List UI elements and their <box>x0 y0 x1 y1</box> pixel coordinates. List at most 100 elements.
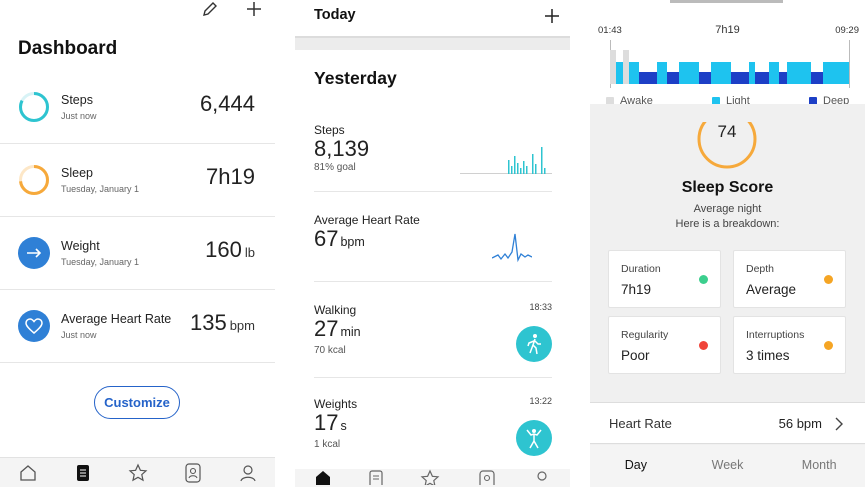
device-icon[interactable] <box>478 469 496 487</box>
entry-value: 67 bpm <box>314 226 365 252</box>
tile-duration[interactable]: Duration 7h19 <box>608 250 721 308</box>
entry-time: 18:33 <box>529 302 552 312</box>
metric-row-weight[interactable]: Weight Tuesday, January 1 160 lb <box>0 217 275 290</box>
tile-value: 3 times <box>746 348 790 363</box>
yesterday-card: Yesterday Steps 8,139 81% goal Average H… <box>295 50 570 470</box>
tile-label: Depth <box>746 263 775 275</box>
tile-depth[interactable]: Depth Average <box>733 250 846 308</box>
metric-unit: lb <box>244 245 255 260</box>
metric-value: 135 bpm <box>190 310 255 336</box>
drag-handle[interactable] <box>670 0 783 3</box>
star-icon[interactable] <box>420 469 440 487</box>
entry-value: 17 s <box>314 410 347 436</box>
metric-row-sleep[interactable]: Sleep Tuesday, January 1 7h19 <box>0 144 275 217</box>
tile-interruptions[interactable]: Interruptions 3 times <box>733 316 846 374</box>
dashboard-panel: Dashboard Steps Just now 6,444 Sleep Tue… <box>0 0 275 487</box>
ring-mask <box>590 104 865 122</box>
sleep-score-breakdown-label: Here is a breakdown: <box>675 218 780 230</box>
entry-number: 8,139 <box>314 136 370 161</box>
sleep-panel: 01:43 7h19 09:29 Awake Light Deep 74 Sle… <box>590 0 865 487</box>
today-header: Today <box>295 0 570 38</box>
metric-unit: bpm <box>229 318 255 333</box>
sleep-score-subtitle: Average night <box>693 203 762 215</box>
bottom-nav <box>295 469 570 487</box>
metric-row-steps[interactable]: Steps Just now 6,444 <box>0 71 275 144</box>
metric-number: 160 <box>205 237 242 262</box>
status-dot <box>699 341 708 350</box>
tile-value: 7h19 <box>621 282 652 297</box>
heart-rate-row[interactable]: Heart Rate 56 bpm <box>590 402 865 444</box>
metric-number: 135 <box>189 310 227 335</box>
profile-icon[interactable] <box>533 469 551 487</box>
home-icon[interactable] <box>314 469 332 487</box>
star-icon[interactable] <box>126 462 150 484</box>
steps-sparkline <box>460 147 552 174</box>
panel-divider <box>275 0 295 487</box>
timeline-entry-walking[interactable]: Walking 27 min 70 kcal 18:33 <box>314 302 552 378</box>
device-icon[interactable] <box>181 462 205 484</box>
metric-sub: Just now <box>61 330 97 340</box>
heart-icon <box>18 310 50 342</box>
customize-button[interactable]: Customize <box>94 386 180 419</box>
metric-value: 6,444 <box>200 91 255 117</box>
tile-label: Regularity <box>621 329 669 341</box>
sleep-duration-label: 7h19 <box>715 24 740 36</box>
metric-label: Steps <box>61 93 93 107</box>
tab-month[interactable]: Month <box>773 445 865 487</box>
status-dot <box>824 275 833 284</box>
tile-regularity[interactable]: Regularity Poor <box>608 316 721 374</box>
entry-unit: min <box>340 325 361 339</box>
home-icon[interactable] <box>16 462 40 484</box>
entry-number: 17 <box>314 410 339 435</box>
dashboard-toolbar <box>199 0 265 18</box>
period-tabs: Day Week Month <box>590 445 865 487</box>
metric-sub: Just now <box>61 111 97 121</box>
timeline-entry-steps[interactable]: Steps 8,139 81% goal <box>314 122 552 192</box>
entry-sub: 81% goal <box>314 162 356 173</box>
status-dot <box>824 341 833 350</box>
entry-unit: bpm <box>340 235 365 249</box>
entry-label: Average Heart Rate <box>314 213 420 227</box>
entry-label: Steps <box>314 123 345 137</box>
tab-week[interactable]: Week <box>682 445 774 487</box>
sleep-score-value: 74 <box>717 122 737 141</box>
heart-rate-label: Heart Rate <box>609 416 672 431</box>
metric-value: 7h19 <box>206 164 255 190</box>
entry-value: 8,139 <box>314 136 369 162</box>
tile-value: Average <box>746 282 797 297</box>
heart-rate-wave <box>492 233 532 263</box>
steps-ring-icon <box>19 92 49 122</box>
entry-time: 13:22 <box>529 396 552 406</box>
metric-label: Sleep <box>61 166 93 180</box>
entry-unit: s <box>340 419 347 433</box>
metric-value: 160 lb <box>205 237 255 263</box>
metric-row-heart-rate[interactable]: Average Heart Rate Just now 135 bpm <box>0 290 275 363</box>
sleep-score-title: Sleep Score <box>681 179 774 196</box>
timeline-panel: Today Yesterday Steps 8,139 81% goal Ave… <box>295 0 570 487</box>
entry-sub: 1 kcal <box>314 439 341 450</box>
entry-number: 67 <box>314 226 339 251</box>
tile-label: Duration <box>621 263 661 275</box>
arrow-right-icon <box>18 237 50 269</box>
metric-label: Weight <box>61 239 100 253</box>
entry-value: 27 min <box>314 316 361 342</box>
sleep-stages-chart <box>610 40 850 88</box>
heart-rate-value: 56 bpm <box>778 416 822 431</box>
weights-activity-icon[interactable] <box>516 420 552 456</box>
entry-label: Weights <box>314 397 358 411</box>
today-label: Today <box>314 7 356 23</box>
journal-icon[interactable] <box>369 469 383 487</box>
chevron-right-icon <box>835 414 843 435</box>
timeline-entry-heart-rate[interactable]: Average Heart Rate 67 bpm <box>314 212 552 282</box>
journal-icon[interactable] <box>71 462 95 484</box>
edit-pencil-icon[interactable] <box>199 0 221 18</box>
add-plus-icon[interactable] <box>544 2 560 31</box>
timeline-entry-weights[interactable]: Weights 17 s 1 kcal 13:22 <box>314 396 552 466</box>
profile-icon[interactable] <box>236 462 260 484</box>
metric-number: 6,444 <box>199 91 255 116</box>
tab-day[interactable]: Day <box>590 445 682 487</box>
tile-value: Poor <box>621 348 650 363</box>
add-plus-icon[interactable] <box>243 0 265 18</box>
walking-activity-icon[interactable] <box>516 326 552 362</box>
metric-sub: Tuesday, January 1 <box>61 257 140 267</box>
